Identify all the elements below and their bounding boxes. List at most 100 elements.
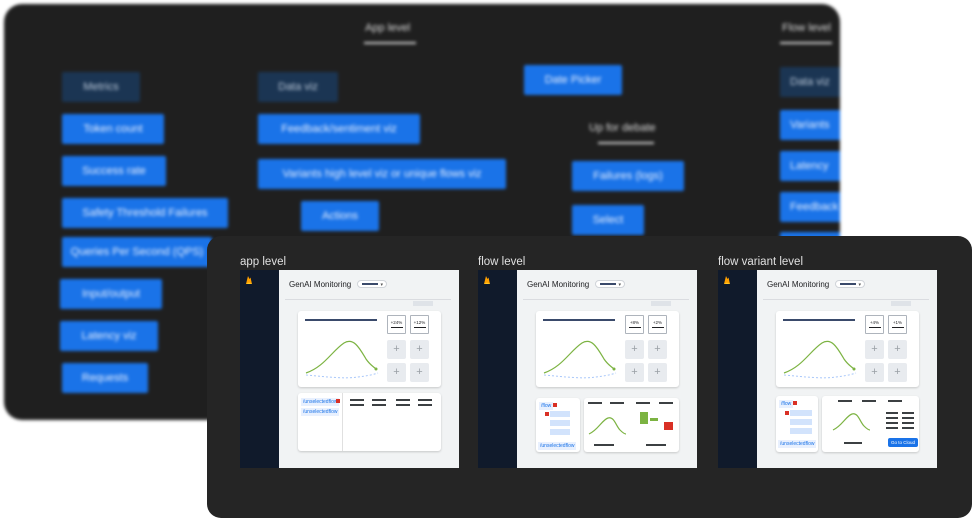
plus-icon[interactable]: + (888, 363, 907, 382)
chip-flow-latency[interactable]: Latency (780, 151, 840, 181)
variant-row[interactable] (790, 428, 812, 434)
variant-row[interactable] (550, 429, 570, 435)
app-name: GenAI Monitoring (527, 280, 590, 289)
flow-tag[interactable]: /flow (539, 402, 554, 410)
flow-tag[interactable]: /unselectedflow (301, 398, 340, 406)
kpi-tile[interactable]: +12% (410, 315, 429, 334)
plus-icon[interactable]: + (888, 340, 907, 359)
chart-card: +4% +1% + + + + (776, 311, 919, 387)
flow-list-card: /flow /unselectedflow (536, 398, 580, 452)
panel-title-flow-level: flow level (478, 256, 526, 268)
chip-data-viz[interactable]: Data viz (258, 72, 338, 102)
plus-icon[interactable]: + (387, 340, 406, 359)
flow-tag[interactable]: /unselectedflow (778, 440, 817, 448)
app-name: GenAI Monitoring (289, 280, 352, 289)
chip-failures-logs[interactable]: Failures (logs) (572, 161, 684, 191)
plus-icon[interactable]: + (648, 363, 667, 382)
table-cell (372, 404, 386, 406)
chip-flow-variants[interactable]: Variants (780, 110, 840, 140)
table-cell (350, 404, 364, 406)
table-cell (862, 400, 876, 402)
alert-indicator (793, 401, 797, 405)
flow-tag[interactable]: /unselectedflow (301, 408, 340, 416)
kpi-tile[interactable]: +8% (625, 315, 644, 334)
table-cell (659, 402, 673, 404)
go-to-cloud-button[interactable]: Go to Cloud (888, 438, 919, 447)
heading-flow-level: Flow level (782, 22, 831, 34)
date-picker[interactable] (891, 301, 911, 306)
plus-icon[interactable]: + (865, 363, 884, 382)
app-name: GenAI Monitoring (767, 280, 830, 289)
chip-safety-threshold[interactable]: Safety Threshold Failures (62, 198, 228, 228)
chart-card: +8% +2% + + + + (536, 311, 679, 387)
panel-title-app-level: app level (240, 256, 287, 268)
plus-icon[interactable]: + (625, 363, 644, 382)
plus-icon[interactable]: + (865, 340, 884, 359)
chip-qps[interactable]: Queries Per Second (QPS) (62, 237, 212, 267)
heading-up-for-debate: Up for debate (589, 122, 656, 134)
chip-select[interactable]: Select (572, 205, 644, 235)
alert-indicator (785, 411, 789, 415)
chip-requests[interactable]: Requests (62, 363, 148, 393)
firebase-flame-icon (484, 276, 490, 284)
plus-icon[interactable]: + (410, 340, 429, 359)
table-cell (886, 422, 898, 424)
chip-input-output[interactable]: Input/output (60, 279, 162, 309)
project-select[interactable]: ▾ (835, 280, 865, 288)
axis-label (646, 444, 666, 446)
axis-label (844, 442, 862, 444)
heading-underline (598, 142, 654, 144)
project-select[interactable]: ▾ (595, 280, 625, 288)
firebase-flame-icon (724, 276, 730, 284)
table-cell (588, 402, 602, 404)
table-cell (902, 427, 914, 429)
chip-flow-data-viz[interactable]: Data viz (780, 67, 840, 97)
date-picker[interactable] (413, 301, 433, 306)
bar-mark (650, 418, 658, 421)
variant-row[interactable] (550, 411, 570, 417)
chip-variants-viz[interactable]: Variants high level viz or unique flows … (258, 159, 506, 189)
table-cell (396, 399, 410, 401)
table-cell (902, 412, 914, 414)
header-divider (523, 299, 689, 300)
plus-icon[interactable]: + (410, 363, 429, 382)
trend-chart (305, 340, 379, 379)
variant-row[interactable] (790, 410, 812, 416)
chip-flow-feedback[interactable]: Feedback (780, 192, 840, 222)
plus-icon[interactable]: + (648, 340, 667, 359)
chevron-down-icon: ▾ (858, 282, 861, 288)
flow-detail-card (584, 398, 679, 452)
date-picker[interactable] (651, 301, 671, 306)
table-cell (902, 417, 914, 419)
table-cell (418, 404, 432, 406)
mockup-flow-variant-level: GenAI Monitoring ▾ +4% +1% + + + + /flow (718, 270, 937, 468)
chip-metrics[interactable]: Metrics (62, 72, 140, 102)
flow-tag[interactable]: /unselectedflow (538, 442, 577, 450)
alert-indicator (336, 399, 340, 403)
bar-mark (664, 422, 673, 430)
table-cell (636, 402, 650, 404)
chip-date-picker[interactable]: Date Picker (524, 65, 622, 95)
kpi-tile[interactable]: +1% (888, 315, 907, 334)
alert-indicator (553, 403, 557, 407)
kpi-tile[interactable]: +24% (387, 315, 406, 334)
table-cell (888, 400, 902, 402)
variant-row[interactable] (790, 419, 812, 425)
chip-actions[interactable]: Actions (301, 201, 379, 231)
trend-chart (783, 340, 857, 379)
chevron-down-icon: ▾ (618, 282, 621, 288)
flow-tag[interactable]: /flow (779, 400, 794, 408)
project-select[interactable]: ▾ (357, 280, 387, 288)
header-divider (763, 299, 929, 300)
chip-feedback-sentiment[interactable]: Feedback/sentiment viz (258, 114, 420, 144)
variant-row[interactable] (550, 420, 570, 426)
chip-latency-viz[interactable]: Latency viz (60, 321, 158, 351)
chip-token-count[interactable]: Token count (62, 114, 164, 144)
kpi-tile[interactable]: +2% (648, 315, 667, 334)
heading-app-level: App level (365, 22, 411, 34)
table-cell (610, 402, 624, 404)
plus-icon[interactable]: + (387, 363, 406, 382)
plus-icon[interactable]: + (625, 340, 644, 359)
chip-success-rate[interactable]: Success rate (62, 156, 166, 186)
kpi-tile[interactable]: +4% (865, 315, 884, 334)
